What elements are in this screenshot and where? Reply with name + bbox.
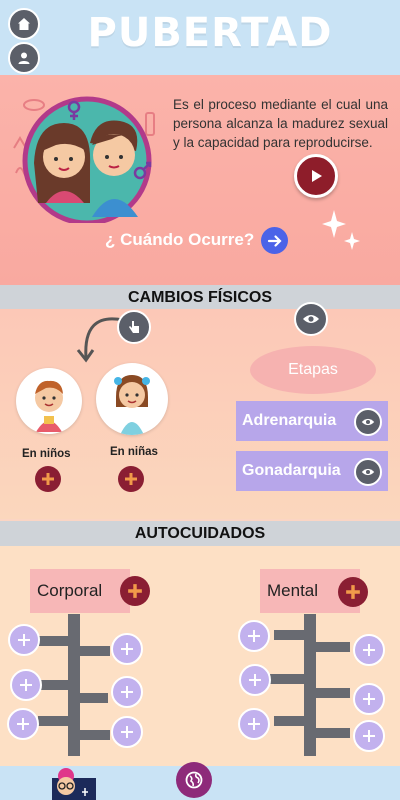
view-gonadarquia-button[interactable] [354,458,382,486]
sparkle-icon [322,210,360,250]
when-occurs-label: ¿ Cuándo Ocurre? [105,230,255,249]
branch [274,630,304,640]
section-physical-changes: CAMBIOS FÍSICOS [0,285,400,311]
section-selfcare: AUTOCUIDADOS [0,521,400,547]
user-icon [18,52,30,64]
corporal-item-button[interactable] [111,676,143,708]
mental-item-button[interactable] [353,683,385,715]
plus-icon [363,730,375,742]
mental-item-button[interactable] [353,720,385,752]
corporal-item-button[interactable] [8,624,40,656]
eye-icon [361,418,375,426]
eye-icon [303,315,319,323]
branch [80,730,110,740]
boys-label: En niños [22,448,71,460]
view-button[interactable] [294,302,328,336]
mental-item-button[interactable] [239,664,271,696]
branch [38,680,68,690]
branch [270,674,304,684]
plus-icon [121,686,133,698]
plus-icon [121,726,133,738]
girls-label: En niñas [110,446,158,458]
mental-item-button[interactable] [238,620,270,652]
mental-tree-trunk [304,614,316,756]
plus-icon [20,679,32,691]
mental-expand-button[interactable] [338,577,368,607]
puberty-description: Es el proceso mediante el cual una perso… [173,97,388,150]
plus-icon [248,718,260,730]
profile-button[interactable] [8,42,40,74]
plus-icon [363,693,375,705]
plus-icon [346,585,360,599]
home-button[interactable] [8,8,40,40]
corporal-item-button[interactable] [10,669,42,701]
plus-icon [121,643,133,655]
plus-icon [128,584,142,598]
mental-item-button[interactable] [353,634,385,666]
globe-icon [185,771,203,789]
branch [316,642,350,652]
stage-label: Gonadarquia [242,462,341,479]
plus-icon [125,473,137,485]
branch [316,728,350,738]
play-icon [312,170,322,182]
plus-icon [18,634,30,646]
play-button[interactable] [294,154,338,198]
teens-illustration [13,96,155,223]
eye-icon [361,468,375,476]
plus-icon [363,644,375,656]
corporal-item-button[interactable] [111,716,143,748]
branch [80,646,110,656]
when-occurs-button[interactable] [261,227,288,254]
corporal-label: Corporal [30,569,130,613]
corporal-item-button[interactable] [111,633,143,665]
branch [38,716,68,726]
hand-pointer-icon [129,321,139,333]
mental-item-button[interactable] [238,708,270,740]
girl-avatar[interactable] [96,363,168,435]
mascot-icon[interactable] [52,768,96,800]
plus-icon [42,473,54,485]
girls-expand-button[interactable] [118,466,144,492]
branch [38,636,68,646]
plus-icon [249,674,261,686]
boy-avatar[interactable] [16,368,82,434]
plus-icon [248,630,260,642]
corporal-tree-trunk [68,614,80,756]
page-title: PUBERTAD [87,10,333,56]
branch [316,688,350,698]
plus-icon [17,718,29,730]
globe-button[interactable] [176,762,212,798]
corporal-item-button[interactable] [7,708,39,740]
corporal-expand-button[interactable] [120,576,150,606]
boy-icon [35,380,63,432]
boys-expand-button[interactable] [35,466,61,492]
home-icon [18,18,30,30]
stage-label: Adrenarquia [242,412,337,429]
stages-title: Etapas [250,346,376,394]
branch [274,716,304,726]
view-adrenarquia-button[interactable] [354,408,382,436]
tap-hint-button[interactable] [117,310,151,344]
girl-icon [114,375,150,435]
arrow-right-icon [267,234,282,247]
branch [80,693,108,703]
